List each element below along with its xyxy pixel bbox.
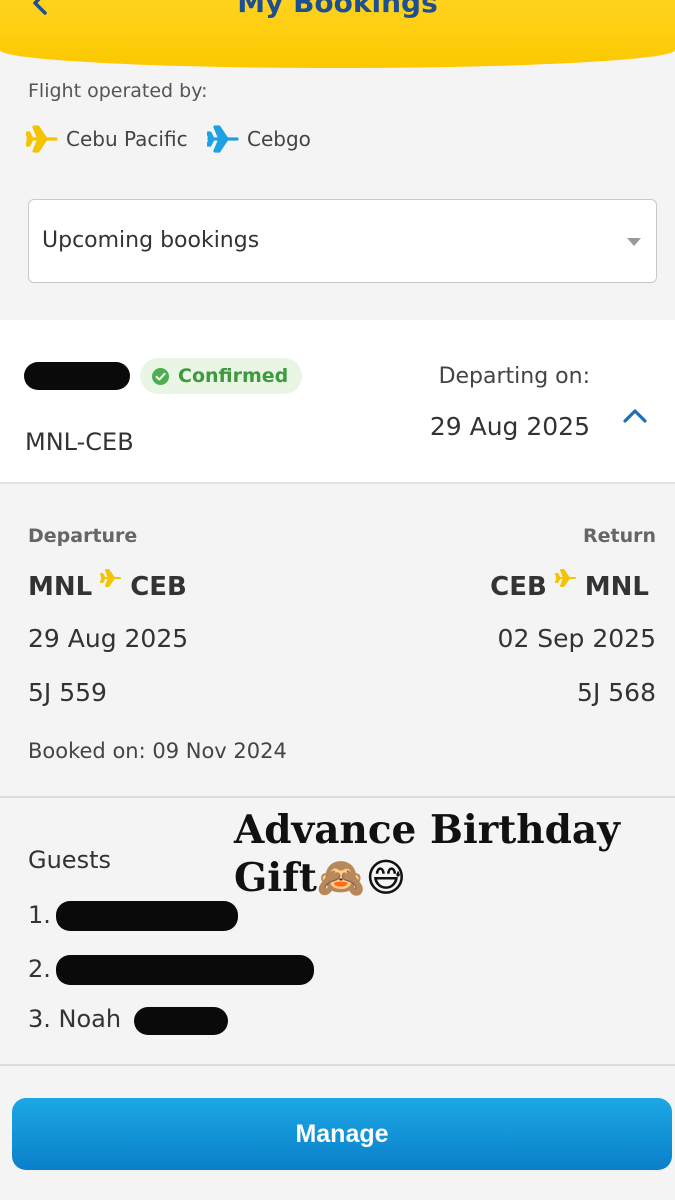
redacted-guest-name bbox=[56, 955, 314, 985]
airline-name: Cebu Pacific bbox=[66, 127, 188, 151]
return-route: CEB MNL bbox=[490, 569, 649, 602]
caption-line-1: Advance Birthday bbox=[234, 807, 620, 853]
plane-icon bbox=[100, 569, 122, 587]
header-bar: My Bookings bbox=[0, 0, 675, 68]
booking-details: Departure Return MNL CEB CEB MNL 29 Aug … bbox=[0, 495, 675, 798]
return-origin: CEB bbox=[490, 572, 547, 602]
caption-emoji: 🙈😅 bbox=[316, 856, 407, 901]
booked-on-date: Booked on: 09 Nov 2024 bbox=[28, 739, 287, 763]
departure-destination: CEB bbox=[130, 572, 187, 602]
return-date: 02 Sep 2025 bbox=[497, 624, 656, 653]
caret-down-icon bbox=[627, 238, 641, 246]
departure-origin: MNL bbox=[28, 572, 93, 602]
booking-filter-dropdown[interactable]: Upcoming bookings bbox=[28, 199, 657, 283]
operated-by-label: Flight operated by: bbox=[28, 80, 208, 102]
redacted-guest-name bbox=[134, 1007, 228, 1035]
departing-date: 29 Aug 2025 bbox=[429, 412, 590, 441]
booking-route: MNL-CEB bbox=[25, 428, 134, 456]
departure-route: MNL CEB bbox=[28, 569, 187, 602]
departure-date: 29 Aug 2025 bbox=[28, 624, 189, 653]
booking-card[interactable]: Confirmed MNL-CEB Departing on: 29 Aug 2… bbox=[0, 320, 675, 484]
return-destination: MNL bbox=[584, 572, 649, 602]
return-flight-number: 5J 568 bbox=[577, 678, 656, 707]
chevron-up-icon[interactable] bbox=[622, 406, 648, 424]
return-label: Return bbox=[582, 525, 656, 547]
plane-icon bbox=[554, 569, 576, 587]
manage-button[interactable]: Manage bbox=[12, 1098, 672, 1170]
caption-overlay: Advance Birthday Gift🙈😅 bbox=[234, 806, 664, 903]
guest-item: 2. bbox=[28, 955, 51, 983]
airline-name: Cebgo bbox=[247, 127, 311, 151]
departing-label: Departing on: bbox=[438, 364, 590, 389]
plane-icon bbox=[207, 125, 239, 153]
plane-icon bbox=[26, 125, 58, 153]
guest-item: 1. bbox=[28, 901, 51, 929]
caption-word: Gift bbox=[234, 855, 317, 901]
caption-line-2: Gift🙈😅 bbox=[234, 854, 664, 903]
airline-cebgo: Cebgo bbox=[207, 124, 311, 154]
check-circle-icon bbox=[152, 367, 169, 385]
departure-label: Departure bbox=[28, 525, 138, 547]
departure-flight-number: 5J 559 bbox=[28, 678, 107, 707]
status-badge: Confirmed bbox=[140, 358, 303, 394]
guest-item: 3. Noah bbox=[28, 1005, 122, 1033]
redacted-guest-name bbox=[56, 901, 238, 931]
redacted-booking-reference bbox=[24, 362, 130, 390]
guests-title: Guests bbox=[28, 846, 111, 874]
airline-cebu-pacific: Cebu Pacific bbox=[26, 124, 188, 154]
status-text: Confirmed bbox=[178, 365, 289, 387]
dropdown-selected-value: Upcoming bookings bbox=[42, 228, 260, 253]
page-title: My Bookings bbox=[237, 0, 438, 19]
